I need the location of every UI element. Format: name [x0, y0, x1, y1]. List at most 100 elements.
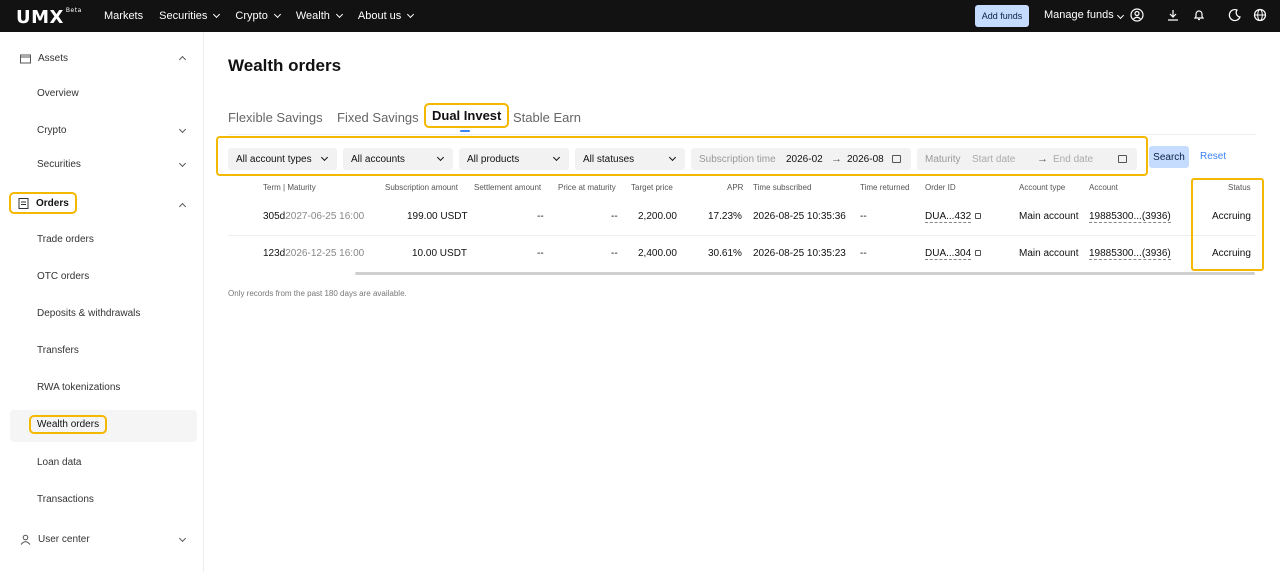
chevron-down-icon[interactable]: [178, 534, 187, 543]
bell-icon[interactable]: [1192, 8, 1206, 22]
manage-funds-dropdown[interactable]: Manage funds: [1044, 9, 1124, 21]
chevron-up-icon[interactable]: [178, 202, 187, 211]
cell-settlement-amount: --: [537, 211, 544, 222]
cell-account-type: Main account: [1019, 248, 1079, 259]
nav-wealth[interactable]: Wealth: [296, 10, 343, 22]
beta-badge: Beta: [65, 7, 82, 14]
cell-term: 305d2027-06-25 16:00: [263, 211, 365, 222]
globe-icon[interactable]: [1253, 8, 1267, 22]
records-note: Only records from the past 180 days are …: [228, 289, 407, 298]
products-select[interactable]: All products: [459, 148, 569, 170]
search-button[interactable]: Search: [1149, 146, 1189, 168]
column-apr: APR: [727, 183, 744, 192]
copy-icon[interactable]: [975, 213, 982, 220]
chevron-down-icon[interactable]: [178, 125, 187, 134]
cell-apr: 17.23%: [708, 211, 742, 222]
tab-fixed-savings[interactable]: Fixed Savings: [337, 110, 419, 125]
tabs-divider: [228, 134, 1256, 135]
arrow-right-icon: →: [1037, 153, 1048, 165]
clipboard-icon: [18, 198, 29, 209]
sidebar-item-loan-data[interactable]: Loan data: [37, 457, 82, 468]
sidebar-item-securities[interactable]: Securities: [37, 159, 81, 170]
chevron-down-icon: [273, 10, 281, 19]
cell-subscription-amount: 199.00 USDT: [407, 211, 468, 222]
cell-term: 123d2026-12-25 16:00: [263, 248, 365, 259]
chevron-up-icon[interactable]: [178, 55, 187, 64]
statuses-select[interactable]: All statuses: [575, 148, 685, 170]
maturity-range[interactable]: Maturity Start date → End date: [917, 148, 1137, 170]
column-time-returned: Time returned: [860, 183, 910, 192]
cell-order-id[interactable]: DUA...304: [925, 248, 982, 260]
filter-bar: All account types All accounts All produ…: [216, 136, 1148, 176]
status-column-highlight: [1191, 178, 1264, 271]
sidebar-item-trade-orders[interactable]: Trade orders: [37, 234, 94, 245]
nav-about-us[interactable]: About us: [358, 10, 415, 22]
add-funds-button[interactable]: Add funds: [975, 5, 1029, 27]
account-types-select[interactable]: All account types: [228, 148, 337, 170]
calendar-icon[interactable]: [1118, 155, 1127, 163]
maturity-start-input[interactable]: Start date: [972, 154, 1015, 165]
subscription-time-range[interactable]: Subscription time 2026-02 → 2026-08: [691, 148, 911, 170]
cell-account-type: Main account: [1019, 211, 1079, 222]
sidebar-item-deposits-withdrawals[interactable]: Deposits & withdrawals: [37, 308, 140, 319]
cell-subscription-amount: 10.00 USDT: [412, 248, 468, 259]
cell-account[interactable]: 19885300...(3936): [1089, 211, 1171, 223]
cell-order-id[interactable]: DUA...432: [925, 211, 982, 223]
sidebar-item-otc-orders[interactable]: OTC orders: [37, 271, 89, 282]
download-icon[interactable]: [1166, 8, 1180, 22]
top-navigation-bar: UMX Beta Markets Securities Crypto Wealth…: [0, 0, 1280, 32]
wallet-icon: [20, 54, 31, 64]
column-term: Term | Maturity: [263, 183, 316, 192]
accounts-select[interactable]: All accounts: [343, 148, 453, 170]
sidebar-item-transfers[interactable]: Transfers: [37, 345, 79, 356]
copy-icon[interactable]: [975, 250, 982, 257]
arrow-right-icon: →: [831, 153, 842, 165]
sidebar-item-overview[interactable]: Overview: [37, 88, 79, 99]
maturity-end-input[interactable]: End date: [1053, 154, 1093, 165]
cell-time-returned: --: [860, 248, 867, 259]
sidebar-item-rwa-tokenizations[interactable]: RWA tokenizations: [37, 382, 120, 393]
cell-target-price: 2,200.00: [638, 211, 677, 222]
sidebar-group-user-center[interactable]: User center: [20, 534, 90, 545]
chevron-down-icon: [335, 10, 343, 19]
moon-icon[interactable]: [1228, 8, 1242, 22]
chevron-down-icon: [320, 153, 329, 162]
subscription-end-value[interactable]: 2026-08: [847, 154, 884, 165]
nav-securities[interactable]: Securities: [159, 10, 221, 22]
cell-account[interactable]: 19885300...(3936): [1089, 248, 1171, 260]
column-price-at-maturity: Price at maturity: [558, 183, 616, 192]
calendar-icon[interactable]: [892, 155, 901, 163]
cell-price-at-maturity: --: [611, 248, 618, 259]
horizontal-scrollbar[interactable]: [355, 272, 1255, 275]
cell-target-price: 2,400.00: [638, 248, 677, 259]
cell-settlement-amount: --: [537, 248, 544, 259]
sidebar-item-crypto[interactable]: Crypto: [37, 125, 66, 136]
cell-time-subscribed: 2026-08-25 10:35:36: [753, 211, 846, 222]
reset-button[interactable]: Reset: [1200, 151, 1226, 162]
column-subscription-amount: Subscription amount: [385, 183, 458, 192]
umx-logo[interactable]: UMX Beta: [16, 7, 82, 28]
tab-stable-earn[interactable]: Stable Earn: [513, 110, 581, 125]
sidebar-item-wealth-orders[interactable]: Wealth orders: [28, 415, 108, 434]
page-title: Wealth orders: [228, 56, 342, 75]
chevron-down-icon: [552, 153, 561, 162]
sidebar-item-transactions[interactable]: Transactions: [37, 494, 94, 505]
active-tab-indicator: [460, 130, 470, 132]
chevron-down-icon: [213, 10, 221, 19]
cell-time-returned: --: [860, 211, 867, 222]
tab-dual-invest[interactable]: Dual Invest: [423, 103, 510, 128]
tab-flexible-savings[interactable]: Flexible Savings: [228, 110, 323, 125]
cell-price-at-maturity: --: [611, 211, 618, 222]
nav-markets[interactable]: Markets: [104, 10, 143, 22]
column-order-id: Order ID: [925, 183, 956, 192]
sidebar-group-orders[interactable]: Orders: [9, 192, 77, 214]
sidebar: Assets Overview Crypto Securities Orders…: [0, 32, 204, 572]
sidebar-group-assets[interactable]: Assets: [20, 53, 68, 64]
column-account-type: Account type: [1019, 183, 1066, 192]
nav-crypto[interactable]: Crypto: [235, 10, 281, 22]
chevron-down-icon[interactable]: [178, 159, 187, 168]
subscription-start-value[interactable]: 2026-02: [786, 154, 823, 165]
user-icon: [20, 534, 31, 545]
chevron-down-icon: [1116, 11, 1124, 20]
user-icon[interactable]: [1130, 8, 1144, 22]
